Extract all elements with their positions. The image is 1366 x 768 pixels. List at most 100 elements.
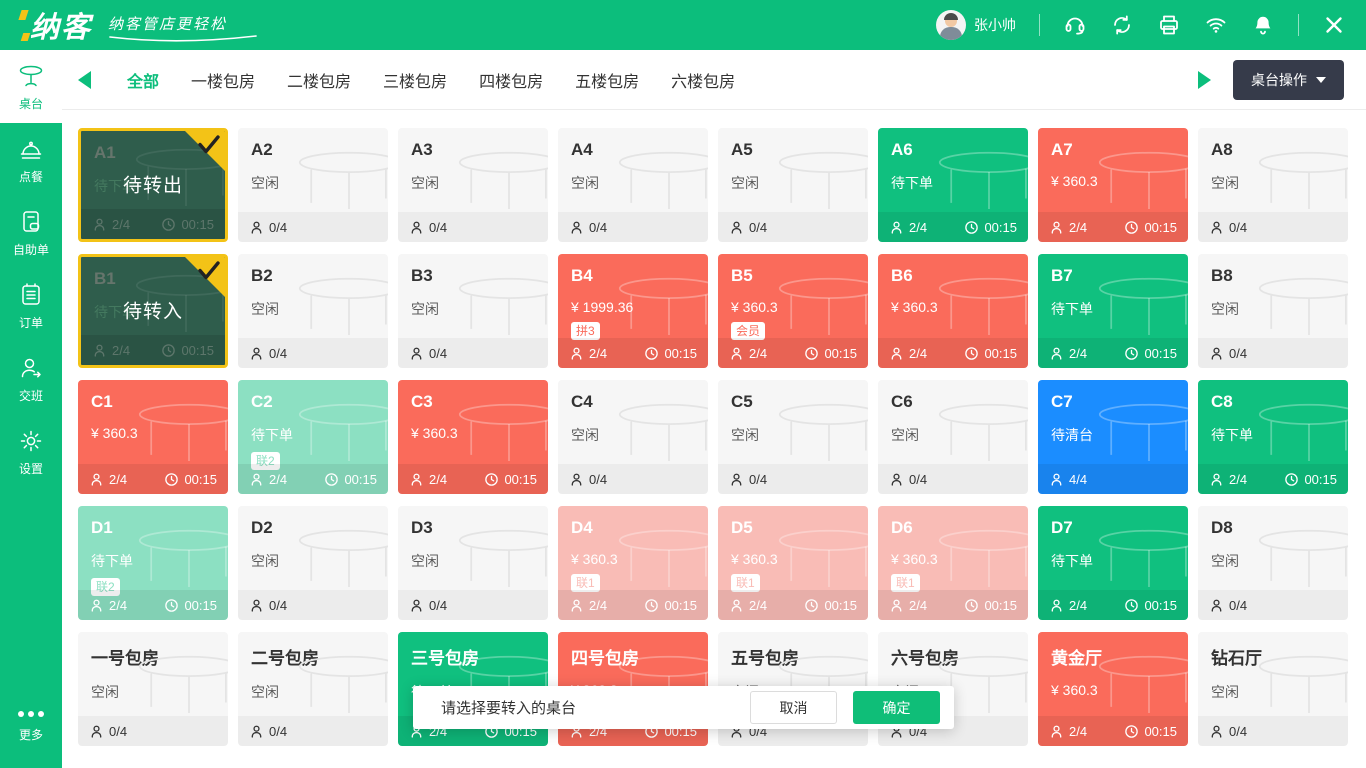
occupancy: 0/4 bbox=[889, 472, 927, 487]
person-icon bbox=[889, 220, 904, 235]
sidebar-item-order[interactable]: 点餐 bbox=[0, 123, 62, 196]
printer-icon[interactable] bbox=[1157, 13, 1181, 37]
person-icon bbox=[569, 598, 584, 613]
tab-floor-6[interactable]: 六楼包房 bbox=[671, 68, 735, 92]
table-card-D7[interactable]: D7 待下单 2/4 00:15 bbox=[1038, 506, 1188, 620]
table-card-B5[interactable]: B5 ¥ 360.3 会员 2/4 00:15 bbox=[718, 254, 868, 368]
table-card-A2[interactable]: A2 空闲 0/4 bbox=[238, 128, 388, 242]
cancel-button[interactable]: 取消 bbox=[750, 691, 837, 724]
tab-floor-3[interactable]: 三楼包房 bbox=[383, 68, 447, 92]
person-icon bbox=[1209, 220, 1224, 235]
tab-floor-1[interactable]: 一楼包房 bbox=[191, 68, 255, 92]
table-card-B2[interactable]: B2 空闲 0/4 bbox=[238, 254, 388, 368]
tab-floor-5[interactable]: 五楼包房 bbox=[575, 68, 639, 92]
cloche-icon bbox=[17, 135, 45, 163]
occupancy: 2/4 bbox=[889, 346, 927, 361]
table-card-A4[interactable]: A4 空闲 0/4 bbox=[558, 128, 708, 242]
tabs-scroll-right-icon[interactable] bbox=[1198, 71, 1211, 89]
person-icon bbox=[1209, 724, 1224, 739]
headset-icon[interactable] bbox=[1063, 13, 1087, 37]
sidebar-item-tables[interactable]: 桌台 bbox=[0, 50, 62, 123]
table-timer: 00:15 bbox=[964, 220, 1017, 235]
table-card-B3[interactable]: B3 空闲 0/4 bbox=[398, 254, 548, 368]
table-card-C4[interactable]: C4 空闲 0/4 bbox=[558, 380, 708, 494]
table-card-B6[interactable]: B6 ¥ 360.3 2/4 00:15 bbox=[878, 254, 1028, 368]
table-card-A5[interactable]: A5 空闲 0/4 bbox=[718, 128, 868, 242]
person-icon bbox=[729, 598, 744, 613]
tab-floor-2[interactable]: 二楼包房 bbox=[287, 68, 351, 92]
table-name: B8 bbox=[1198, 254, 1348, 286]
table-card-D2[interactable]: D2 空闲 0/4 bbox=[238, 506, 388, 620]
clock-icon bbox=[161, 217, 176, 232]
occupancy: 2/4 bbox=[569, 346, 607, 361]
close-icon[interactable] bbox=[1322, 13, 1346, 37]
table-card-C2[interactable]: C2 待下单 联2 2/4 00:15 bbox=[238, 380, 388, 494]
table-card-D8[interactable]: D8 空闲 0/4 bbox=[1198, 506, 1348, 620]
table-card-C3[interactable]: C3 ¥ 360.3 2/4 00:15 bbox=[398, 380, 548, 494]
user-menu[interactable]: 张小帅 bbox=[936, 10, 1016, 40]
table-status: ¥ 360.3 bbox=[878, 538, 1028, 567]
occupancy-value: 0/4 bbox=[269, 220, 287, 235]
table-name: A8 bbox=[1198, 128, 1348, 160]
occupancy: 0/4 bbox=[249, 346, 287, 361]
table-card-A8[interactable]: A8 空闲 0/4 bbox=[1198, 128, 1348, 242]
table-status: ¥ 360.3 bbox=[398, 412, 548, 441]
sidebar-item-shift[interactable]: 交班 bbox=[0, 342, 62, 415]
selected-check-icon bbox=[197, 261, 221, 285]
table-card-B4[interactable]: B4 ¥ 1999.36 拼3 2/4 00:15 bbox=[558, 254, 708, 368]
table-card-黄金厅[interactable]: 黄金厅 ¥ 360.3 2/4 00:15 bbox=[1038, 632, 1188, 746]
table-card-A7[interactable]: A7 ¥ 360.3 2/4 00:15 bbox=[1038, 128, 1188, 242]
table-status: 空闲 bbox=[558, 412, 708, 445]
table-card-D4[interactable]: D4 ¥ 360.3 联1 2/4 00:15 bbox=[558, 506, 708, 620]
occupancy: 2/4 bbox=[249, 472, 287, 487]
table-status: ¥ 360.3 bbox=[878, 286, 1028, 315]
table-card-C1[interactable]: C1 ¥ 360.3 2/4 00:15 bbox=[78, 380, 228, 494]
sidebar-item-self-order[interactable]: 自助单 bbox=[0, 196, 62, 269]
table-card-D3[interactable]: D3 空闲 0/4 bbox=[398, 506, 548, 620]
tab-all[interactable]: 全部 bbox=[127, 68, 159, 92]
clock-icon bbox=[164, 598, 179, 613]
person-icon bbox=[889, 346, 904, 361]
table-card-B1[interactable]: B1 待下单 待转入 2/4 00:15 bbox=[78, 254, 228, 368]
table-card-钻石厅[interactable]: 钻石厅 空闲 0/4 bbox=[1198, 632, 1348, 746]
clock-icon bbox=[1124, 220, 1139, 235]
table-card-一号包房[interactable]: 一号包房 空闲 0/4 bbox=[78, 632, 228, 746]
sidebar-item-orders[interactable]: 订单 bbox=[0, 269, 62, 342]
sidebar-item-settings[interactable]: 设置 bbox=[0, 415, 62, 488]
table-card-B8[interactable]: B8 空闲 0/4 bbox=[1198, 254, 1348, 368]
confirm-button[interactable]: 确定 bbox=[853, 691, 940, 724]
table-status: 空闲 bbox=[1198, 286, 1348, 319]
occupancy-value: 2/4 bbox=[589, 598, 607, 613]
wifi-icon[interactable] bbox=[1204, 13, 1228, 37]
table-card-A6[interactable]: A6 待下单 2/4 00:15 bbox=[878, 128, 1028, 242]
table-card-D5[interactable]: D5 ¥ 360.3 联1 2/4 00:15 bbox=[718, 506, 868, 620]
sync-icon[interactable] bbox=[1110, 13, 1134, 37]
table-card-C6[interactable]: C6 空闲 0/4 bbox=[878, 380, 1028, 494]
table-name: D1 bbox=[78, 506, 228, 538]
table-card-D6[interactable]: D6 ¥ 360.3 联1 2/4 00:15 bbox=[878, 506, 1028, 620]
timer-value: 00:15 bbox=[984, 220, 1017, 235]
clock-icon bbox=[1124, 346, 1139, 361]
tab-floor-4[interactable]: 四楼包房 bbox=[479, 68, 543, 92]
person-icon bbox=[889, 598, 904, 613]
bell-icon[interactable] bbox=[1251, 13, 1275, 37]
table-card-C7[interactable]: C7 待清台 4/4 bbox=[1038, 380, 1188, 494]
occupancy: 2/4 bbox=[729, 598, 767, 613]
tabs-scroll-left-icon[interactable] bbox=[78, 71, 91, 89]
person-icon bbox=[92, 343, 107, 358]
table-card-D1[interactable]: D1 待下单 联2 2/4 00:15 bbox=[78, 506, 228, 620]
table-card-B7[interactable]: B7 待下单 2/4 00:15 bbox=[1038, 254, 1188, 368]
clock-icon bbox=[804, 598, 819, 613]
sidebar-item-more[interactable]: 更多 bbox=[0, 695, 62, 768]
person-icon bbox=[89, 598, 104, 613]
table-card-C8[interactable]: C8 待下单 2/4 00:15 bbox=[1198, 380, 1348, 494]
table-operations-button[interactable]: 桌台操作 bbox=[1233, 60, 1344, 100]
table-card-A1[interactable]: A1 待下单 待转出 2/4 00:15 bbox=[78, 128, 228, 242]
table-card-footer: 2/4 00:15 bbox=[878, 338, 1028, 368]
table-card-二号包房[interactable]: 二号包房 空闲 0/4 bbox=[238, 632, 388, 746]
occupancy: 2/4 bbox=[89, 472, 127, 487]
table-status: 空闲 bbox=[398, 538, 548, 571]
table-card-A3[interactable]: A3 空闲 0/4 bbox=[398, 128, 548, 242]
timer-value: 00:15 bbox=[984, 598, 1017, 613]
table-card-C5[interactable]: C5 空闲 0/4 bbox=[718, 380, 868, 494]
